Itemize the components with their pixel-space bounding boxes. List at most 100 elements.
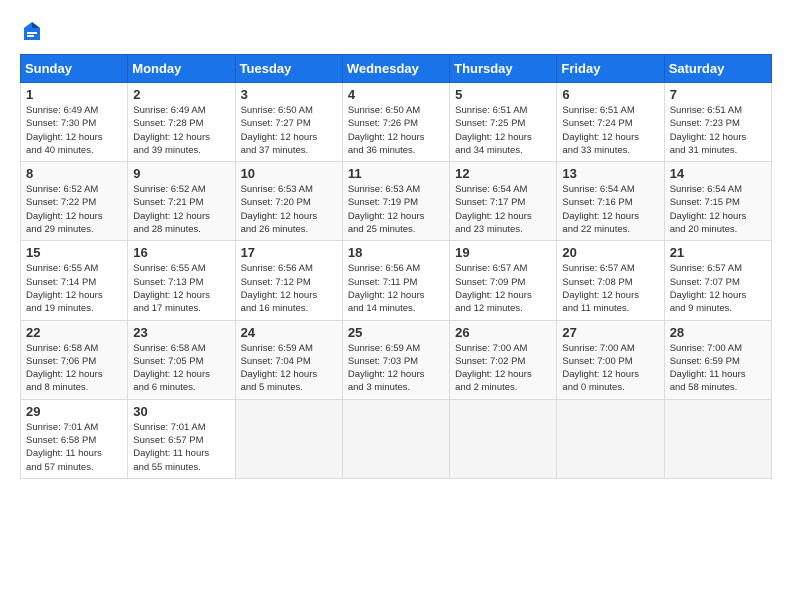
day-info: Sunrise: 6:58 AM Sunset: 7:05 PM Dayligh… — [133, 342, 229, 395]
day-number: 11 — [348, 166, 444, 181]
calendar-header-thursday: Thursday — [450, 55, 557, 83]
day-number: 10 — [241, 166, 337, 181]
calendar-cell-25: 25 Sunrise: 6:59 AM Sunset: 7:03 PM Dayli… — [342, 320, 449, 399]
day-info: Sunrise: 6:57 AM Sunset: 7:07 PM Dayligh… — [670, 262, 766, 315]
calendar-cell-21: 21 Sunrise: 6:57 AM Sunset: 7:07 PM Dayli… — [664, 241, 771, 320]
calendar-cell-empty — [450, 399, 557, 478]
day-info: Sunrise: 6:56 AM Sunset: 7:11 PM Dayligh… — [348, 262, 444, 315]
day-info: Sunrise: 7:00 AM Sunset: 7:00 PM Dayligh… — [562, 342, 658, 395]
calendar-header-saturday: Saturday — [664, 55, 771, 83]
calendar-cell-22: 22 Sunrise: 6:58 AM Sunset: 7:06 PM Dayli… — [21, 320, 128, 399]
day-info: Sunrise: 7:00 AM Sunset: 6:59 PM Dayligh… — [670, 342, 766, 395]
day-info: Sunrise: 6:52 AM Sunset: 7:22 PM Dayligh… — [26, 183, 122, 236]
day-info: Sunrise: 6:57 AM Sunset: 7:08 PM Dayligh… — [562, 262, 658, 315]
calendar-cell-11: 11 Sunrise: 6:53 AM Sunset: 7:19 PM Dayli… — [342, 162, 449, 241]
day-info: Sunrise: 6:51 AM Sunset: 7:25 PM Dayligh… — [455, 104, 551, 157]
day-number: 21 — [670, 245, 766, 260]
day-info: Sunrise: 6:55 AM Sunset: 7:14 PM Dayligh… — [26, 262, 122, 315]
day-info: Sunrise: 6:50 AM Sunset: 7:27 PM Dayligh… — [241, 104, 337, 157]
calendar-cell-empty — [557, 399, 664, 478]
calendar-cell-24: 24 Sunrise: 6:59 AM Sunset: 7:04 PM Dayli… — [235, 320, 342, 399]
day-info: Sunrise: 6:54 AM Sunset: 7:17 PM Dayligh… — [455, 183, 551, 236]
day-number: 9 — [133, 166, 229, 181]
calendar-cell-2: 2 Sunrise: 6:49 AM Sunset: 7:28 PM Daylig… — [128, 83, 235, 162]
calendar-header-tuesday: Tuesday — [235, 55, 342, 83]
calendar-cell-empty — [235, 399, 342, 478]
day-info: Sunrise: 6:52 AM Sunset: 7:21 PM Dayligh… — [133, 183, 229, 236]
header-area — [20, 20, 772, 44]
logo — [20, 20, 48, 44]
calendar-cell-5: 5 Sunrise: 6:51 AM Sunset: 7:25 PM Daylig… — [450, 83, 557, 162]
day-info: Sunrise: 6:55 AM Sunset: 7:13 PM Dayligh… — [133, 262, 229, 315]
day-number: 16 — [133, 245, 229, 260]
day-info: Sunrise: 6:56 AM Sunset: 7:12 PM Dayligh… — [241, 262, 337, 315]
day-info: Sunrise: 6:54 AM Sunset: 7:15 PM Dayligh… — [670, 183, 766, 236]
day-info: Sunrise: 6:53 AM Sunset: 7:19 PM Dayligh… — [348, 183, 444, 236]
calendar-cell-30: 30Sunrise: 7:01 AM Sunset: 6:57 PM Dayli… — [128, 399, 235, 478]
calendar-header-wednesday: Wednesday — [342, 55, 449, 83]
day-info: Sunrise: 6:58 AM Sunset: 7:06 PM Dayligh… — [26, 342, 122, 395]
day-info: Sunrise: 6:57 AM Sunset: 7:09 PM Dayligh… — [455, 262, 551, 315]
calendar-cell-8: 8Sunrise: 6:52 AM Sunset: 7:22 PM Daylig… — [21, 162, 128, 241]
day-number: 24 — [241, 325, 337, 340]
calendar-cell-empty — [664, 399, 771, 478]
day-number: 19 — [455, 245, 551, 260]
day-number: 12 — [455, 166, 551, 181]
calendar-cell-9: 9 Sunrise: 6:52 AM Sunset: 7:21 PM Daylig… — [128, 162, 235, 241]
calendar-cell-10: 10 Sunrise: 6:53 AM Sunset: 7:20 PM Dayli… — [235, 162, 342, 241]
calendar-week-3: 15 Sunrise: 6:55 AM Sunset: 7:14 PM Dayli… — [21, 241, 772, 320]
day-number: 13 — [562, 166, 658, 181]
day-number: 7 — [670, 87, 766, 102]
calendar-table: SundayMondayTuesdayWednesdayThursdayFrid… — [20, 54, 772, 479]
day-info: Sunrise: 7:00 AM Sunset: 7:02 PM Dayligh… — [455, 342, 551, 395]
day-number: 20 — [562, 245, 658, 260]
day-number: 1 — [26, 87, 122, 102]
day-info: Sunrise: 6:59 AM Sunset: 7:04 PM Dayligh… — [241, 342, 337, 395]
day-number: 17 — [241, 245, 337, 260]
calendar-header-friday: Friday — [557, 55, 664, 83]
day-info: Sunrise: 6:51 AM Sunset: 7:23 PM Dayligh… — [670, 104, 766, 157]
calendar-cell-23: 23 Sunrise: 6:58 AM Sunset: 7:05 PM Dayli… — [128, 320, 235, 399]
day-number: 14 — [670, 166, 766, 181]
day-number: 6 — [562, 87, 658, 102]
day-info: Sunrise: 6:59 AM Sunset: 7:03 PM Dayligh… — [348, 342, 444, 395]
calendar-cell-29: 29Sunrise: 7:01 AM Sunset: 6:58 PM Dayli… — [21, 399, 128, 478]
day-number: 5 — [455, 87, 551, 102]
calendar-cell-28: 28 Sunrise: 7:00 AM Sunset: 6:59 PM Dayli… — [664, 320, 771, 399]
calendar-header-sunday: Sunday — [21, 55, 128, 83]
calendar-cell-20: 20 Sunrise: 6:57 AM Sunset: 7:08 PM Dayli… — [557, 241, 664, 320]
calendar-cell-7: 7 Sunrise: 6:51 AM Sunset: 7:23 PM Daylig… — [664, 83, 771, 162]
calendar-cell-27: 27 Sunrise: 7:00 AM Sunset: 7:00 PM Dayli… — [557, 320, 664, 399]
day-number: 3 — [241, 87, 337, 102]
calendar-cell-empty — [342, 399, 449, 478]
day-number: 23 — [133, 325, 229, 340]
day-info: Sunrise: 6:54 AM Sunset: 7:16 PM Dayligh… — [562, 183, 658, 236]
day-info: Sunrise: 6:49 AM Sunset: 7:28 PM Dayligh… — [133, 104, 229, 157]
calendar-cell-16: 16 Sunrise: 6:55 AM Sunset: 7:13 PM Dayli… — [128, 241, 235, 320]
day-number: 29 — [26, 404, 122, 419]
calendar-cell-26: 26Sunrise: 7:00 AM Sunset: 7:02 PM Dayli… — [450, 320, 557, 399]
calendar-cell-1: 1 Sunrise: 6:49 AM Sunset: 7:30 PM Daylig… — [21, 83, 128, 162]
calendar-cell-12: 12 Sunrise: 6:54 AM Sunset: 7:17 PM Dayli… — [450, 162, 557, 241]
day-number: 22 — [26, 325, 122, 340]
calendar-header-monday: Monday — [128, 55, 235, 83]
calendar-cell-4: 4Sunrise: 6:50 AM Sunset: 7:26 PM Daylig… — [342, 83, 449, 162]
day-number: 30 — [133, 404, 229, 419]
calendar-cell-13: 13 Sunrise: 6:54 AM Sunset: 7:16 PM Dayli… — [557, 162, 664, 241]
day-number: 15 — [26, 245, 122, 260]
day-number: 27 — [562, 325, 658, 340]
day-number: 25 — [348, 325, 444, 340]
calendar-cell-3: 3 Sunrise: 6:50 AM Sunset: 7:27 PM Daylig… — [235, 83, 342, 162]
day-info: Sunrise: 6:49 AM Sunset: 7:30 PM Dayligh… — [26, 104, 122, 157]
calendar-cell-14: 14 Sunrise: 6:54 AM Sunset: 7:15 PM Dayli… — [664, 162, 771, 241]
calendar-cell-18: 18Sunrise: 6:56 AM Sunset: 7:11 PM Dayli… — [342, 241, 449, 320]
day-number: 2 — [133, 87, 229, 102]
day-info: Sunrise: 6:53 AM Sunset: 7:20 PM Dayligh… — [241, 183, 337, 236]
calendar-cell-6: 6Sunrise: 6:51 AM Sunset: 7:24 PM Daylig… — [557, 83, 664, 162]
day-number: 28 — [670, 325, 766, 340]
calendar-week-1: 1 Sunrise: 6:49 AM Sunset: 7:30 PM Daylig… — [21, 83, 772, 162]
calendar-week-4: 22 Sunrise: 6:58 AM Sunset: 7:06 PM Dayli… — [21, 320, 772, 399]
calendar-cell-19: 19 Sunrise: 6:57 AM Sunset: 7:09 PM Dayli… — [450, 241, 557, 320]
calendar-cell-17: 17 Sunrise: 6:56 AM Sunset: 7:12 PM Dayli… — [235, 241, 342, 320]
day-info: Sunrise: 6:50 AM Sunset: 7:26 PM Dayligh… — [348, 104, 444, 157]
